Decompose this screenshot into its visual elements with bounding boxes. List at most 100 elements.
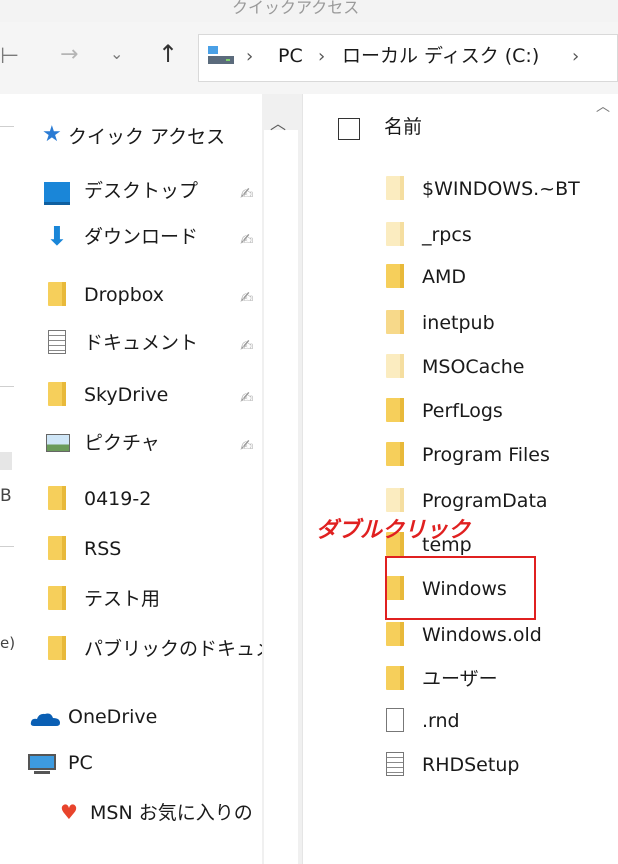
file-name: .rnd [422,710,460,732]
file-name: ユーザー [422,668,498,690]
folder-icon [48,382,66,406]
nav-item-public-documents[interactable]: パブリックのドキュメ [44,634,262,666]
file-row[interactable]: Program Files [386,440,618,472]
quick-access-label[interactable]: クイック アクセス [68,128,225,147]
nav-item-rss[interactable]: RSS [44,534,254,566]
folder-icon [48,536,66,560]
file-row[interactable]: AMD [386,262,618,294]
folder-icon [386,666,404,690]
pin-icon[interactable]: ✍ [240,288,253,307]
nav-item-downloads[interactable]: ⬇ ダウンロード ✍ [44,222,294,254]
window-title-fragment: クイックアクセス [232,0,360,17]
pin-icon[interactable]: ✍ [240,184,253,203]
text-file-icon [386,752,404,776]
pin-icon[interactable]: ✍ [240,388,253,407]
pane-divider[interactable] [302,94,303,864]
nav-item-label: ピクチャ [84,432,160,454]
nav-item-test[interactable]: テスト用 [44,584,254,616]
sort-indicator-icon: ︿ [596,99,610,115]
blank-file-icon [386,708,404,732]
folder-icon [386,310,404,334]
file-name: Windows.old [422,624,542,646]
download-arrow-icon: ⬇ [46,222,68,252]
file-row[interactable]: MSOCache [386,352,618,384]
folder-icon [386,442,404,466]
folder-icon [386,354,404,378]
nav-item-skydrive[interactable]: SkyDrive ✍ [44,380,294,412]
file-row[interactable]: inetpub [386,308,618,340]
folder-icon [48,486,66,510]
nav-item-label: RSS [84,538,122,560]
file-name: ProgramData [422,490,548,512]
breadcrumb-separator-icon: › [246,46,254,67]
left-fragment-text: e) [0,634,16,652]
forward-arrow-icon[interactable]: → [60,44,78,66]
folder-icon [48,282,66,306]
folder-icon [386,622,404,646]
back-button-partial-icon[interactable]: ⊢ [0,46,19,68]
nav-item-label: パブリックのドキュメ [84,638,262,660]
nav-item-label: ドキュメント [84,332,199,354]
file-row[interactable]: PerfLogs [386,396,618,428]
file-row[interactable]: ユーザー [386,664,618,696]
nav-item-desktop[interactable]: デスクトップ ✍ [44,176,294,208]
breadcrumb-pc[interactable]: PC [278,47,303,66]
file-name: PerfLogs [422,400,503,422]
pc-stand-shape [34,771,50,774]
folder-icon [48,636,66,660]
nav-item-label: テスト用 [84,588,161,610]
select-all-checkbox[interactable] [338,118,360,140]
folder-icon [386,222,404,246]
folder-icon [386,488,404,512]
nav-item-label: デスクトップ [84,180,199,202]
nav-item-0419-2[interactable]: 0419-2 [44,484,254,516]
file-row[interactable]: Windows.old [386,620,618,652]
nav-item-onedrive[interactable]: OneDrive [30,702,260,734]
msn-butterfly-icon: ♥ [60,800,78,824]
file-name: inetpub [422,312,495,334]
folder-icon [386,264,404,288]
fragment-block [0,452,12,470]
folder-icon [386,176,404,200]
pc-monitor-icon [28,754,56,770]
nav-item-dropbox[interactable]: Dropbox ✍ [44,280,294,312]
pin-icon[interactable]: ✍ [240,336,253,355]
file-row[interactable]: .rnd [386,706,618,738]
nav-item-pictures[interactable]: ピクチャ ✍ [44,428,294,460]
file-name: _rpcs [422,224,472,246]
onedrive-cloud-icon [30,713,60,726]
pc-label: PC [68,752,93,774]
fragment-divider [0,546,14,547]
file-row[interactable]: RHDSetup [386,750,618,782]
highlight-box [385,556,536,620]
file-row[interactable]: $WINDOWS.~BT [386,174,618,206]
double-click-annotation: ダブルクリック [316,518,471,543]
desktop-icon [44,182,70,205]
breadcrumb-separator-icon: › [318,46,326,67]
msn-label: MSN お気に入りの [90,802,253,824]
nav-item-msn-favorites[interactable]: ♥ MSN お気に入りの [60,798,262,830]
folder-icon [386,398,404,422]
column-header-name[interactable]: 名前 [384,118,422,137]
pictures-icon [46,434,70,452]
fragment-divider [0,126,14,127]
nav-item-pc[interactable]: PC [28,748,258,780]
fragment-divider [0,386,14,387]
pin-icon[interactable]: ✍ [240,230,253,249]
nav-item-label: SkyDrive [84,384,169,406]
drive-icon [206,44,236,66]
breadcrumb-local-disk[interactable]: ローカル ディスク (C:) [342,47,539,66]
nav-item-label: 0419-2 [84,488,152,510]
nav-item-documents[interactable]: ドキュメント ✍ [44,328,294,360]
folder-icon [48,586,66,610]
scroll-up-arrow-icon[interactable]: ︿ [270,110,286,134]
recent-locations-chevron-icon[interactable]: ⌄ [110,46,123,62]
file-row[interactable]: _rpcs [386,220,618,252]
breadcrumb-separator-icon: › [572,46,580,67]
left-fragment-text: B [0,486,12,506]
nav-item-label: ダウンロード [84,226,199,248]
up-arrow-icon[interactable]: ↑ [158,42,178,66]
document-icon [48,330,66,354]
pin-icon[interactable]: ✍ [240,436,253,455]
file-name: Program Files [422,444,550,466]
